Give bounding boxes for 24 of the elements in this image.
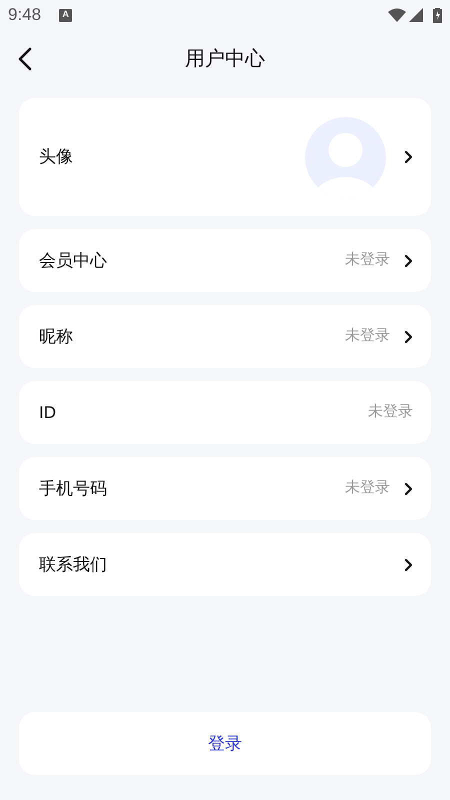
row-label: 头像 xyxy=(39,146,73,168)
signal-icon xyxy=(409,8,423,22)
battery-icon xyxy=(433,7,442,23)
status-time: 9:48 xyxy=(8,4,42,26)
settings-row[interactable]: 手机号码 未登录 xyxy=(19,457,431,520)
row-value: 未登录 xyxy=(345,478,390,498)
row-value: 未登录 xyxy=(345,250,390,270)
row-value: 未登录 xyxy=(368,402,413,422)
row-label: 会员中心 xyxy=(39,250,107,272)
back-icon xyxy=(18,47,32,71)
row-label: 手机号码 xyxy=(39,478,107,500)
settings-row[interactable]: 昵称 未登录 xyxy=(19,305,431,368)
avatar-row[interactable]: 头像 xyxy=(19,98,431,216)
wifi-icon xyxy=(388,8,406,22)
settings-row[interactable]: ID 未登录 xyxy=(19,381,431,444)
row-value: 未登录 xyxy=(345,326,390,346)
row-label: 昵称 xyxy=(39,326,73,348)
settings-row[interactable]: 会员中心 未登录 xyxy=(19,229,431,292)
row-label: 联系我们 xyxy=(39,554,107,576)
row-label: ID xyxy=(39,402,56,424)
page-title: 用户中心 xyxy=(185,47,265,72)
notification-icon: A xyxy=(59,8,72,22)
login-button[interactable]: 登录 xyxy=(19,712,431,775)
settings-row[interactable]: 联系我们 xyxy=(19,533,431,596)
